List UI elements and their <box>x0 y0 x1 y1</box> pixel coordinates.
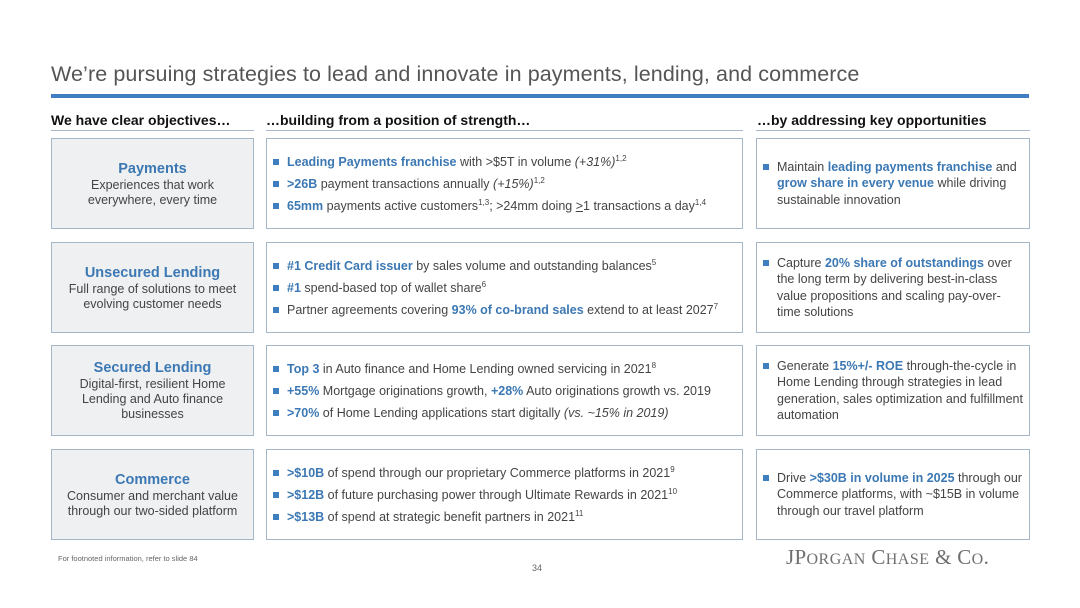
objective-title: Commerce <box>115 471 190 488</box>
objective-description: Experiences that work everywhere, every … <box>87 177 218 207</box>
strength-bullet: >$13B of spend at strategic benefit part… <box>271 506 736 528</box>
strength-box-secured-lending: Top 3 in Auto finance and Home Lending o… <box>266 345 743 436</box>
opportunity-bullet: Drive >$30B in volume in 2025 through ou… <box>761 470 1023 520</box>
strength-bullet: >26B payment transactions annually (+15%… <box>271 173 736 195</box>
footnote: For footnoted information, refer to slid… <box>58 554 198 563</box>
objective-description: Full range of solutions to meet evolving… <box>68 281 237 311</box>
strength-bullet: #1 spend-based top of wallet share6 <box>271 277 736 299</box>
strength-bullet: +55% Mortgage originations growth, +28% … <box>271 380 736 402</box>
strength-bullet: Partner agreements covering 93% of co-br… <box>271 299 736 321</box>
objective-secured-lending: Secured Lending Digital-first, resilient… <box>51 345 254 436</box>
opportunity-box-secured-lending: Generate 15%+/- ROE through-the-cycle in… <box>756 345 1030 436</box>
strength-box-commerce: >$10B of spend through our proprietary C… <box>266 449 743 540</box>
strength-box-unsecured-lending: #1 Credit Card issuer by sales volume an… <box>266 242 743 333</box>
opportunity-box-payments: Maintain leading payments franchise and … <box>756 138 1030 229</box>
objective-description: Consumer and merchant value through our … <box>67 488 238 518</box>
strength-bullet: >70% of Home Lending applications start … <box>271 402 736 424</box>
title-divider <box>51 94 1029 98</box>
company-logo: JPORGAN CHASE & CO. <box>786 545 990 569</box>
page-title: We’re pursuing strategies to lead and in… <box>51 62 860 86</box>
strength-box-payments: Leading Payments franchise with >$5T in … <box>266 138 743 229</box>
opportunity-box-commerce: Drive >$30B in volume in 2025 through ou… <box>756 449 1030 540</box>
strength-header-rule <box>266 130 743 131</box>
strength-bullet: Top 3 in Auto finance and Home Lending o… <box>271 358 736 380</box>
opportunity-bullet: Maintain leading payments franchise and … <box>761 159 1023 209</box>
strength-bullet: Leading Payments franchise with >$5T in … <box>271 151 736 173</box>
opportunities-header: …by addressing key opportunities <box>757 112 987 128</box>
strength-bullet: >$12B of future purchasing power through… <box>271 484 736 506</box>
opportunity-box-unsecured-lending: Capture 20% share of outstandings over t… <box>756 242 1030 333</box>
opportunity-bullet: Generate 15%+/- ROE through-the-cycle in… <box>761 358 1023 424</box>
page-number: 34 <box>532 563 543 573</box>
objectives-header: We have clear objectives… <box>51 112 231 128</box>
objective-title: Payments <box>118 160 187 177</box>
strength-bullet: 65mm payments active customers1,3; >24mm… <box>271 195 736 217</box>
strength-header: …building from a position of strength… <box>266 112 531 128</box>
objective-unsecured-lending: Unsecured Lending Full range of solution… <box>51 242 254 333</box>
opportunities-header-rule <box>756 130 1030 131</box>
objective-title: Secured Lending <box>93 360 212 376</box>
strength-bullet: >$10B of spend through our proprietary C… <box>271 462 736 484</box>
objective-payments: Payments Experiences that work everywher… <box>51 138 254 229</box>
opportunity-bullet: Capture 20% share of outstandings over t… <box>761 255 1023 321</box>
strength-bullet: #1 Credit Card issuer by sales volume an… <box>271 255 736 277</box>
objectives-header-rule <box>51 130 254 131</box>
objective-title: Unsecured Lending <box>84 264 221 281</box>
objective-description: Digital-first, resilient Home Lending an… <box>79 377 226 421</box>
objective-commerce: Commerce Consumer and merchant value thr… <box>51 449 254 540</box>
